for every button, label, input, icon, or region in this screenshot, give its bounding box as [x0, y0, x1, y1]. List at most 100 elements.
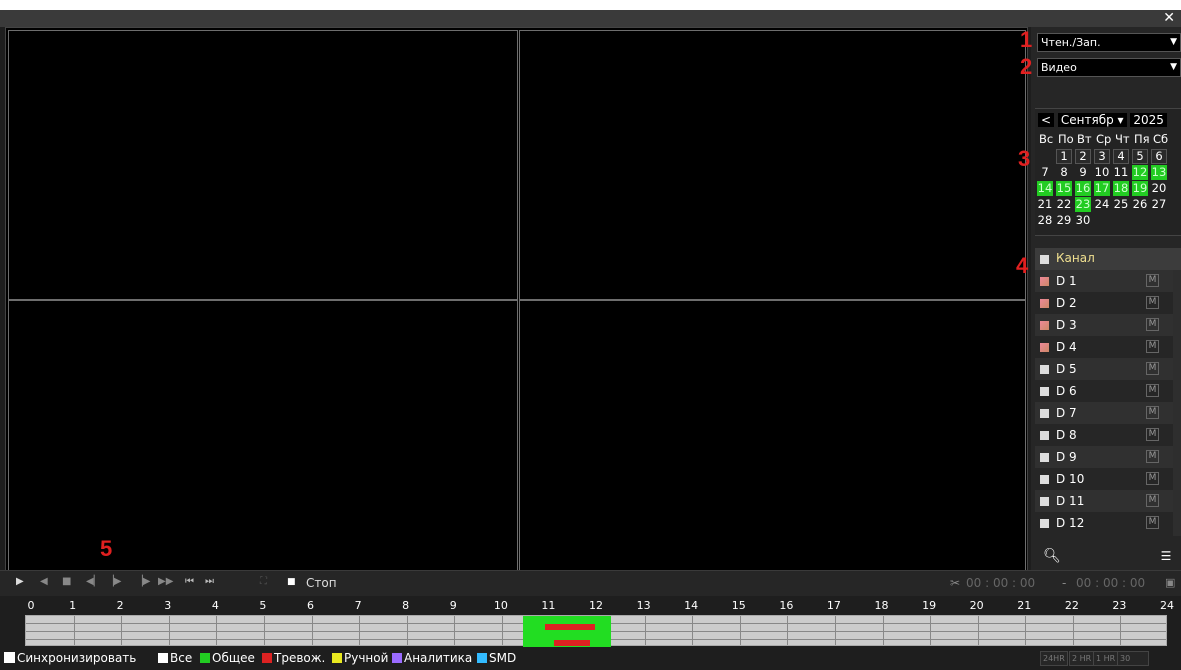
channel-row[interactable]: D 2 M	[1035, 292, 1181, 314]
filter-all[interactable]: Все	[158, 651, 192, 665]
step-forward-icon[interactable]: ▕▶	[135, 576, 150, 587]
prev-file-icon[interactable]: ⏮	[185, 576, 194, 587]
channel-row[interactable]: D 7 M	[1035, 402, 1181, 424]
calendar-day[interactable]: 24	[1094, 197, 1110, 212]
channel-mainstream-button[interactable]: M	[1146, 494, 1159, 507]
channel-checkbox[interactable]	[1040, 277, 1049, 286]
video-pane-2[interactable]	[519, 30, 1026, 300]
sync-checkbox[interactable]: Синхронизировать	[4, 651, 136, 665]
calendar-day[interactable]: 17	[1094, 181, 1110, 196]
channel-header[interactable]: Канал	[1035, 248, 1181, 270]
channel-checkbox[interactable]	[1040, 299, 1049, 308]
filter-analytics[interactable]: Аналитика	[392, 651, 472, 665]
channel-mainstream-button[interactable]: M	[1146, 318, 1159, 331]
type-select[interactable]: Видео ▼	[1037, 58, 1181, 77]
calendar-day[interactable]: 14	[1037, 181, 1053, 196]
channel-mainstream-button[interactable]: M	[1146, 450, 1159, 463]
calendar-day[interactable]: 28	[1037, 213, 1053, 228]
filter-manual[interactable]: Ручной	[332, 651, 388, 665]
video-pane-3[interactable]	[8, 300, 518, 572]
calendar-day[interactable]: 18	[1113, 181, 1129, 196]
channel-checkbox[interactable]	[1040, 453, 1049, 462]
channel-mainstream-button[interactable]: M	[1146, 472, 1159, 485]
channel-mainstream-button[interactable]: M	[1146, 296, 1159, 309]
channel-checkbox[interactable]	[1040, 409, 1049, 418]
calendar-day[interactable]: 7	[1037, 165, 1053, 180]
range-24hr-button[interactable]: 24HR	[1040, 651, 1068, 666]
calendar-day[interactable]: 16	[1075, 181, 1091, 196]
calendar-day[interactable]: 6	[1151, 149, 1167, 164]
prev-month-button[interactable]: <	[1038, 113, 1055, 127]
fast-forward-icon[interactable]: ▶▶	[158, 576, 173, 587]
channel-mainstream-button[interactable]: M	[1146, 340, 1159, 353]
channel-row[interactable]: D 3 M	[1035, 314, 1181, 336]
month-select[interactable]: Сентябр ▾	[1057, 113, 1127, 127]
calendar-day[interactable]: 22	[1056, 197, 1072, 212]
stop-icon[interactable]: ■	[62, 576, 71, 587]
next-file-icon[interactable]: ⏭	[205, 576, 214, 587]
calendar-day[interactable]: 15	[1056, 181, 1072, 196]
calendar-day[interactable]: 13	[1151, 165, 1167, 180]
range-2hr-button[interactable]: 2 HR	[1069, 651, 1095, 666]
calendar-day[interactable]: 9	[1075, 165, 1091, 180]
calendar-day[interactable]: 21	[1037, 197, 1053, 212]
calendar-day[interactable]: 1	[1056, 149, 1072, 164]
channel-all-checkbox[interactable]	[1040, 255, 1049, 264]
reverse-play-icon[interactable]: ◀	[40, 576, 48, 587]
channel-row[interactable]: D 1 M	[1035, 270, 1181, 292]
calendar-day[interactable]: 23	[1075, 197, 1091, 212]
channel-checkbox[interactable]	[1040, 321, 1049, 330]
calendar-day[interactable]: 10	[1094, 165, 1110, 180]
filter-general[interactable]: Общее	[200, 651, 255, 665]
calendar-day[interactable]: 12	[1132, 165, 1148, 180]
video-pane-4[interactable]	[519, 300, 1026, 572]
channel-mainstream-button[interactable]: M	[1146, 406, 1159, 419]
calendar-day[interactable]: 19	[1132, 181, 1148, 196]
channel-row[interactable]: D 9 M	[1035, 446, 1181, 468]
fullscreen-icon[interactable]: ⛶	[260, 576, 267, 587]
channel-checkbox[interactable]	[1040, 431, 1049, 440]
calendar-day[interactable]: 4	[1113, 149, 1129, 164]
scissors-icon[interactable]: ✂	[950, 576, 960, 590]
calendar-day[interactable]: 30	[1075, 213, 1091, 228]
channel-checkbox[interactable]	[1040, 519, 1049, 528]
calendar-day[interactable]: 25	[1113, 197, 1129, 212]
calendar-day[interactable]: 20	[1151, 181, 1167, 196]
timeline-grid[interactable]	[25, 615, 1167, 647]
year-field[interactable]: 2025	[1130, 113, 1167, 127]
channel-checkbox[interactable]	[1040, 365, 1049, 374]
calendar-day[interactable]: 2	[1075, 149, 1091, 164]
channel-mainstream-button[interactable]: M	[1146, 516, 1159, 529]
channel-mainstream-button[interactable]: M	[1146, 384, 1159, 397]
list-icon[interactable]: ☰	[1151, 545, 1181, 567]
channel-mainstream-button[interactable]: M	[1146, 362, 1159, 375]
calendar-day[interactable]: 29	[1056, 213, 1072, 228]
channel-row[interactable]: D 10 M	[1035, 468, 1181, 490]
range-30min-button[interactable]: 30 MIN	[1117, 651, 1149, 666]
filter-alarm[interactable]: Тревож.	[262, 651, 325, 665]
range-1hr-button[interactable]: 1 HR	[1093, 651, 1119, 666]
clip-start-time[interactable]: 00 : 00 : 00	[966, 576, 1035, 590]
calendar-day[interactable]: 8	[1056, 165, 1072, 180]
channel-row[interactable]: D 11 M	[1035, 490, 1181, 512]
channel-scrollbar[interactable]	[1173, 270, 1181, 536]
clip-end-time[interactable]: 00 : 00 : 00	[1076, 576, 1145, 590]
calendar-day[interactable]: 27	[1151, 197, 1167, 212]
mode-select[interactable]: Чтен./Зап. ▼	[1037, 33, 1181, 52]
channel-row[interactable]: D 6 M	[1035, 380, 1181, 402]
channel-checkbox[interactable]	[1040, 343, 1049, 352]
play-icon[interactable]: ▶	[16, 576, 24, 587]
slow-icon[interactable]: ◀▏	[86, 576, 101, 587]
search-button[interactable]: 🔍︎	[1037, 545, 1067, 567]
save-icon[interactable]: ▣	[1165, 576, 1175, 589]
channel-mainstream-button[interactable]: M	[1146, 428, 1159, 441]
channel-row[interactable]: D 5 M	[1035, 358, 1181, 380]
calendar-day[interactable]: 5	[1132, 149, 1148, 164]
channel-row[interactable]: D 4 M	[1035, 336, 1181, 358]
channel-mainstream-button[interactable]: M	[1146, 274, 1159, 287]
step-back-icon[interactable]: ▕▶	[106, 576, 121, 587]
channel-checkbox[interactable]	[1040, 387, 1049, 396]
video-pane-1[interactable]	[8, 30, 518, 300]
calendar-day[interactable]: 3	[1094, 149, 1110, 164]
calendar-day[interactable]: 26	[1132, 197, 1148, 212]
